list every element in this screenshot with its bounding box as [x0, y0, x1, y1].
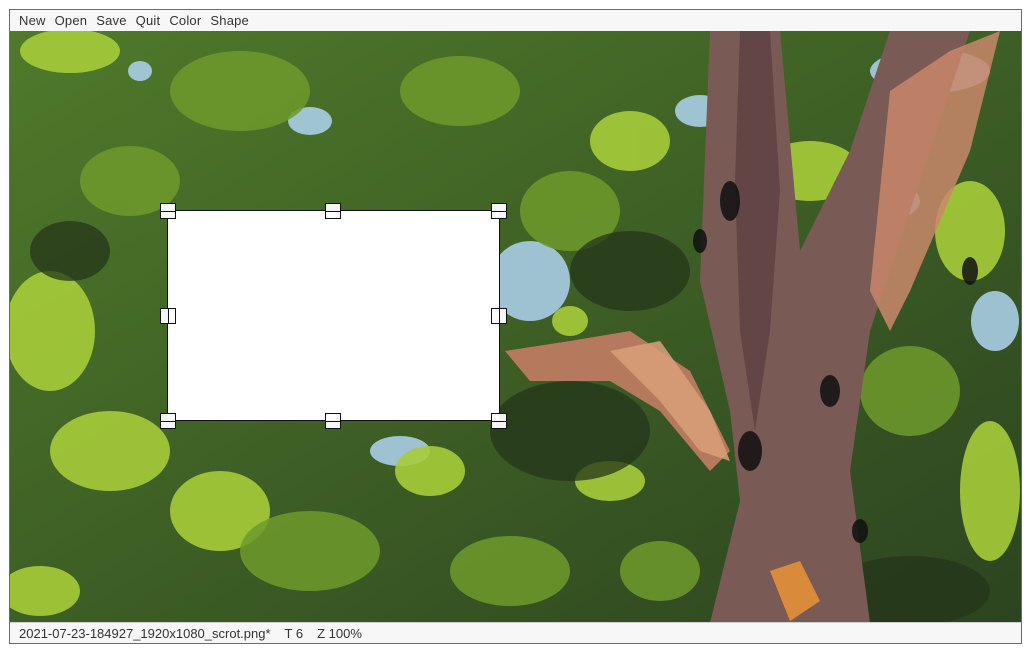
status-tool: T 6 — [284, 625, 304, 641]
resize-handle-bottom-right[interactable] — [491, 413, 507, 429]
status-filename: 2021-07-23-184927_1920x1080_scrot.png* — [19, 625, 271, 641]
menu-color[interactable]: Color — [169, 13, 201, 28]
app-window: New Open Save Quit Color Shape 2021-07-2… — [9, 9, 1022, 644]
menu-quit[interactable]: Quit — [136, 13, 161, 28]
resize-handle-bottom-center[interactable] — [325, 413, 341, 429]
menu-new[interactable]: New — [19, 13, 46, 28]
menu-save[interactable]: Save — [96, 13, 126, 28]
statusbar: 2021-07-23-184927_1920x1080_scrot.png* T… — [10, 622, 1021, 643]
resize-handle-middle-right[interactable] — [491, 308, 507, 324]
resize-handle-bottom-left[interactable] — [160, 413, 176, 429]
resize-handle-top-left[interactable] — [160, 203, 176, 219]
menu-shape[interactable]: Shape — [210, 13, 249, 28]
resize-handle-top-center[interactable] — [325, 203, 341, 219]
menubar: New Open Save Quit Color Shape — [10, 10, 1021, 31]
resize-handle-top-right[interactable] — [491, 203, 507, 219]
drawing-canvas[interactable] — [10, 31, 1021, 623]
tree-photo-background — [10, 31, 1021, 623]
status-zoom: Z 100% — [317, 625, 362, 641]
resize-handle-middle-left[interactable] — [160, 308, 176, 324]
selected-white-rectangle[interactable] — [167, 210, 500, 421]
menu-open[interactable]: Open — [55, 13, 88, 28]
